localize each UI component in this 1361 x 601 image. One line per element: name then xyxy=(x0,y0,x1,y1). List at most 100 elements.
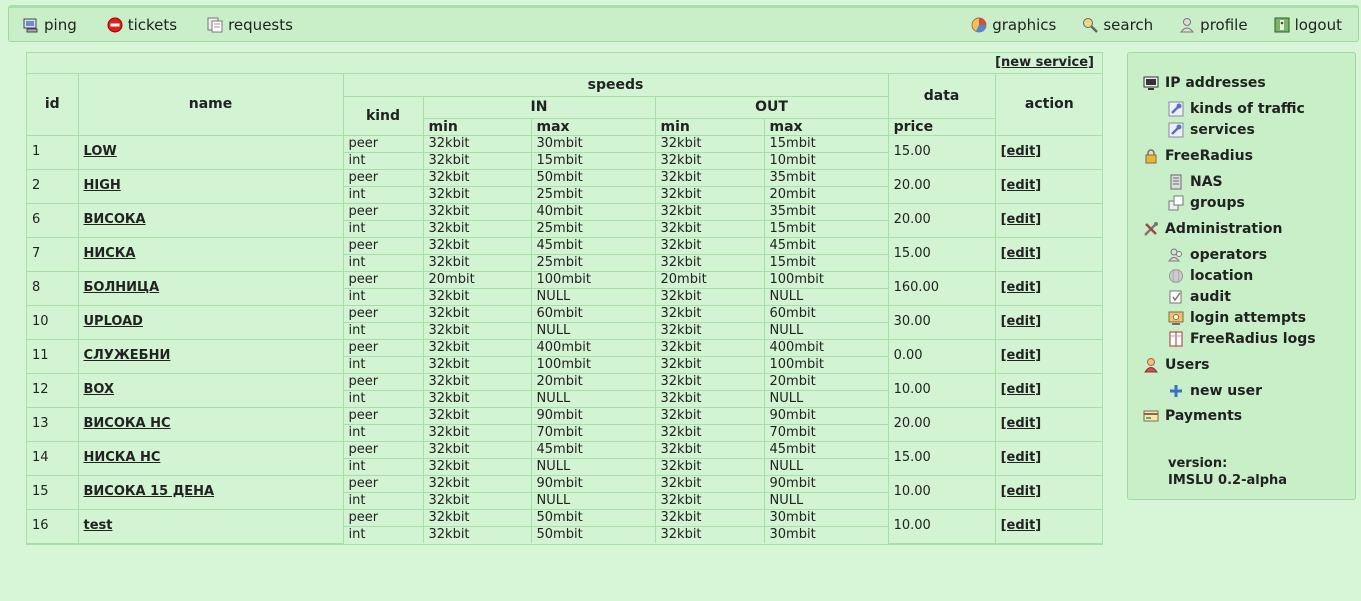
row-id: 8 xyxy=(27,270,79,306)
row-price: 20.00 xyxy=(887,168,996,204)
row-price: 160.00 xyxy=(887,270,996,306)
edit-link[interactable]: [edit] xyxy=(1001,178,1042,193)
nav-search[interactable]: search xyxy=(1082,16,1153,34)
sidebar-item-label: FreeRadius xyxy=(1165,148,1253,164)
row-id: 1 xyxy=(27,134,79,170)
payments-icon xyxy=(1143,408,1159,424)
nav-profile[interactable]: profile xyxy=(1179,16,1248,34)
edit-link[interactable]: [edit] xyxy=(1001,484,1042,499)
row-name-cell: BOX xyxy=(77,372,344,408)
row-peer-cell: 32kbit xyxy=(654,474,765,493)
row-int-cell: 32kbit xyxy=(422,185,532,204)
service-name-link[interactable]: LOW xyxy=(84,144,117,159)
sidebar-item-ip-addresses[interactable]: IP addresses xyxy=(1143,75,1266,91)
row-int-cell: int xyxy=(343,355,424,374)
edit-link[interactable]: [edit] xyxy=(1001,348,1042,363)
sidebar-item-users[interactable]: Users xyxy=(1143,357,1209,373)
edit-link[interactable]: [edit] xyxy=(1001,212,1042,227)
sidebar-item-new-user[interactable]: new user xyxy=(1168,383,1262,399)
sidebar-item-operators[interactable]: operators xyxy=(1168,247,1267,263)
edit-link[interactable]: [edit] xyxy=(1001,314,1042,329)
service-name-link[interactable]: СЛУЖЕБНИ xyxy=(84,348,171,363)
sidebar-item-payments[interactable]: Payments xyxy=(1143,408,1242,424)
row-peer-cell: 90mbit xyxy=(763,474,889,493)
sidebar-item-location[interactable]: location xyxy=(1168,268,1253,284)
row-price: 15.00 xyxy=(887,134,996,170)
row-int-cell: int xyxy=(343,457,424,476)
stop-icon xyxy=(107,17,123,33)
sidebar-item-nas[interactable]: NAS xyxy=(1168,174,1223,190)
row-int-cell: 32kbit xyxy=(422,457,532,476)
edit-link[interactable]: [edit] xyxy=(1001,518,1042,533)
edit-link[interactable]: [edit] xyxy=(1001,246,1042,261)
row-int-cell: 25mbit xyxy=(530,253,656,272)
sidebar-item-label: Administration xyxy=(1165,221,1283,237)
row-peer-cell: 32kbit xyxy=(422,304,532,323)
login-icon xyxy=(1168,310,1184,326)
edit-link[interactable]: [edit] xyxy=(1001,416,1042,431)
row-int-cell: 32kbit xyxy=(422,355,532,374)
sidebar-item-kinds-of-traffic[interactable]: kinds of traffic xyxy=(1168,101,1305,117)
row-int-cell: 10mbit xyxy=(763,151,889,170)
service-name-link[interactable]: ВИСОКА НС xyxy=(84,416,171,431)
row-int-cell: 25mbit xyxy=(530,219,656,238)
sidebar-item-groups[interactable]: groups xyxy=(1168,195,1245,211)
row-int-cell: NULL xyxy=(530,389,656,408)
row-peer-cell: peer xyxy=(342,338,424,357)
row-int-cell: NULL xyxy=(763,389,889,408)
service-name-link[interactable]: НИСКА НС xyxy=(84,450,161,465)
edit-link[interactable]: [edit] xyxy=(1001,450,1042,465)
service-name-link[interactable]: test xyxy=(84,518,113,533)
col-speeds: speeds xyxy=(342,74,889,97)
nav-requests-label: requests xyxy=(228,16,293,34)
sidebar-item-label: new user xyxy=(1190,383,1262,399)
service-name-link[interactable]: BOX xyxy=(84,382,115,397)
row-peer-cell: peer xyxy=(342,440,424,459)
service-name-link[interactable]: БОЛНИЦА xyxy=(84,280,160,295)
row-int-cell: NULL xyxy=(530,321,656,340)
service-name-link[interactable]: UPLOAD xyxy=(84,314,143,329)
row-action-cell: [edit] xyxy=(994,338,1104,374)
row-int-cell: NULL xyxy=(530,491,656,510)
row-price: 15.00 xyxy=(887,440,996,476)
service-name-link[interactable]: ВИСОКА 15 ДЕНА xyxy=(84,484,215,499)
new-service-link[interactable]: [new service] xyxy=(995,55,1094,70)
globe-icon xyxy=(1168,268,1184,284)
row-peer-cell: 32kbit xyxy=(422,202,532,221)
sidebar-item-label: login attempts xyxy=(1190,310,1307,326)
row-int-cell: 32kbit xyxy=(654,457,765,476)
row-int-cell: 100mbit xyxy=(530,355,656,374)
service-name-link[interactable]: ВИСОКА xyxy=(84,212,146,227)
sidebar-item-administration[interactable]: Administration xyxy=(1143,221,1282,237)
row-name-cell: БОЛНИЦА xyxy=(77,270,344,306)
row-int-cell: 32kbit xyxy=(654,151,765,170)
services-panel: [new service] id name speeds data action… xyxy=(26,52,1104,545)
nav-logout[interactable]: logout xyxy=(1274,16,1342,34)
service-name-link[interactable]: HIGH xyxy=(84,178,121,193)
nav-requests[interactable]: requests xyxy=(207,16,293,34)
nav-graphics[interactable]: graphics xyxy=(971,16,1056,34)
edit-link[interactable]: [edit] xyxy=(1001,280,1042,295)
sidebar-item-audit[interactable]: audit xyxy=(1168,289,1231,305)
row-int-cell: NULL xyxy=(763,321,889,340)
nav-tickets-label: tickets xyxy=(127,16,178,34)
sidebar-item-services[interactable]: services xyxy=(1168,122,1255,138)
sidebar-item-login-attempts[interactable]: login attempts xyxy=(1168,310,1306,326)
service-name-link[interactable]: НИСКА xyxy=(84,246,136,261)
edit-link[interactable]: [edit] xyxy=(1001,382,1042,397)
sidebar-item-freeradius-logs[interactable]: FreeRadius logs xyxy=(1168,331,1316,347)
row-action-cell: [edit] xyxy=(994,406,1104,442)
row-peer-cell: 60mbit xyxy=(530,304,656,323)
row-peer-cell: 40mbit xyxy=(530,202,656,221)
row-peer-cell: peer xyxy=(342,372,424,391)
edit-link[interactable]: [edit] xyxy=(1001,144,1042,159)
nav-tickets[interactable]: tickets xyxy=(107,16,177,34)
row-price: 10.00 xyxy=(887,508,996,544)
row-price: 15.00 xyxy=(887,236,996,272)
row-peer-cell: 32kbit xyxy=(422,508,532,527)
nav-ping[interactable]: ping xyxy=(23,16,77,34)
row-int-cell: 32kbit xyxy=(422,525,532,543)
sidebar-item-freeradius[interactable]: FreeRadius xyxy=(1143,148,1253,164)
row-int-cell: int xyxy=(343,219,424,238)
row-int-cell: int xyxy=(343,525,424,543)
